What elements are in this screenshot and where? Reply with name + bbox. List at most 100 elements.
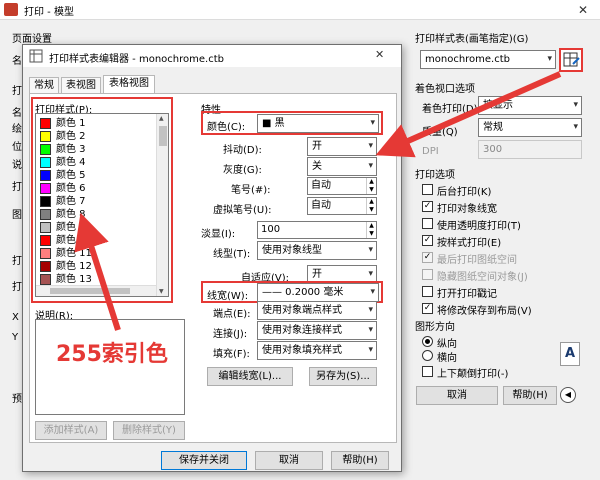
plot-style-item[interactable]: 颜色 9 [40,221,156,234]
chevron-down-icon: ▾ [368,141,373,151]
plot-option-label: 打印对象线宽 [437,204,497,215]
plot-style-item[interactable]: 颜色 3 [40,143,156,156]
landscape-radio[interactable] [422,350,433,361]
dither-select[interactable]: 开 ▾ [307,137,377,156]
tab-form-view[interactable]: 表格视图 [103,75,155,94]
spinner-arrows-icon[interactable]: ▲ ▼ [366,178,376,194]
plot-style-item[interactable]: 颜色 6 [40,182,156,195]
main-cancel-button[interactable]: 取消 [416,386,498,405]
quality-select[interactable]: 常规 ▾ [478,118,582,137]
endstyle-label: 端点(E): [213,309,251,320]
screening-label: 淡显(I): [201,229,236,240]
plot-style-label: 颜色 8 [56,209,86,220]
plot-option-checkbox[interactable]: ✓ [422,252,433,263]
quality-value: 常规 [483,122,503,133]
pen-label: 笔号(#): [231,185,271,196]
plot-styles-list[interactable]: 颜色 1 颜色 2 颜色 3 颜色 4 颜色 5 颜色 6 颜色 7 颜色 8 颜色 9 颜色 1… [35,113,169,297]
plot-style-table-select[interactable]: monochrome.ctb ▾ [420,50,556,69]
grayscale-select[interactable]: 关 ▾ [307,157,377,176]
orientation-preview-icon: A [560,342,580,366]
plot-style-label: 颜色 11 [56,248,92,259]
editor-help-button[interactable]: 帮助(H) [331,451,389,470]
editor-cancel-button[interactable]: 取消 [255,451,323,470]
close-icon[interactable]: ✕ [375,48,384,61]
background-label: 打 [12,86,22,97]
shade-plot-label: 着色打印(D) [422,104,478,115]
color-swatch [40,235,51,246]
plot-styles-scrollbar[interactable]: ▲ ▼ [156,114,168,296]
plot-style-item[interactable]: 颜色 11 [40,247,156,260]
plot-style-item[interactable]: 颜色 12 [40,260,156,273]
plot-style-table-value: monochrome.ctb [425,54,510,65]
portrait-radio[interactable] [422,336,433,347]
orientation-group-label: 图形方向 [415,322,455,333]
screening-spinner[interactable]: 100 ▲ ▼ [257,221,377,239]
endstyle-select[interactable]: 使用对象端点样式 ▾ [257,301,377,320]
plot-styles-hscrollbar[interactable] [36,285,156,296]
color-swatch [40,222,51,233]
close-icon[interactable]: ✕ [566,0,600,20]
plot-option-checkbox[interactable]: ✓ [422,303,433,314]
color-label: 颜色(C): [207,122,246,133]
plot-style-item[interactable]: 颜色 7 [40,195,156,208]
plot-style-item[interactable]: 颜色 10 [40,234,156,247]
spinner-arrows-icon[interactable]: ▲ ▼ [366,222,376,238]
plot-style-item[interactable]: 颜色 2 [40,130,156,143]
plot-style-label: 颜色 3 [56,144,86,155]
linetype-select[interactable]: 使用对象线型 ▾ [257,241,377,260]
lineweight-select[interactable]: —— 0.2000 毫米 ▾ [257,283,379,302]
plot-option-checkbox[interactable]: ✓ [422,201,433,212]
plot-option-checkbox[interactable] [422,218,433,229]
plot-option-label: 打开打印戳记 [437,289,497,300]
color-select[interactable]: ■ 黑 ▾ [257,114,379,133]
editor-title: 打印样式表编辑器 - monochrome.ctb [49,54,224,65]
plot-option-label: 后台打印(K) [437,187,492,198]
spinner-arrows-icon[interactable]: ▲ ▼ [366,198,376,214]
joinstyle-select[interactable]: 使用对象连接样式 ▾ [257,321,377,340]
chevron-down-icon: ▾ [368,325,373,335]
color-swatch [40,196,51,207]
tab-table-view[interactable]: 表视图 [61,77,101,93]
upside-down-checkbox[interactable] [422,366,433,377]
plot-style-label: 颜色 6 [56,183,86,194]
edit-plot-style-table-button[interactable] [559,48,583,72]
tab-general[interactable]: 常规 [29,77,59,93]
color-value: ■ 黑 [262,118,285,129]
dpi-input[interactable]: 300 [478,140,582,159]
plot-option-checkbox[interactable]: ✓ [422,235,433,246]
color-swatch [40,274,51,285]
save-as-button[interactable]: 另存为(S)... [309,367,377,386]
lineweight-value: —— 0.2000 毫米 [262,287,344,298]
color-swatch [40,144,51,155]
background-label: Y [12,332,19,343]
pen-value: 自动 [311,180,331,191]
edit-lineweights-button[interactable]: 编辑线宽(L)... [207,367,293,386]
plot-option-checkbox[interactable] [422,269,433,280]
plot-option-checkbox[interactable] [422,286,433,297]
plot-style-item[interactable]: 颜色 8 [40,208,156,221]
virtual-pen-spinner[interactable]: 自动 ▲ ▼ [307,197,377,215]
chevron-down-icon: ▾ [370,118,375,128]
save-and-close-button[interactable]: 保存并关闭 [161,451,247,470]
add-style-button[interactable]: 添加样式(A) [35,421,107,440]
plot-style-item[interactable]: 颜色 1 [40,117,156,130]
main-help-button[interactable]: 帮助(H) [503,386,557,405]
plot-style-label: 颜色 2 [56,131,86,142]
pen-number-spinner[interactable]: 自动 ▲ ▼ [307,177,377,195]
fillstyle-value: 使用对象填充样式 [262,345,342,356]
back-arrow-icon[interactable]: ◀ [560,387,576,403]
fillstyle-select[interactable]: 使用对象填充样式 ▾ [257,341,377,360]
plot-style-item[interactable]: 颜色 5 [40,169,156,182]
shade-plot-select[interactable]: 按显示 ▾ [478,96,582,115]
plot-option-label: 最后打印图纸空间 [437,255,517,266]
background-label: 打 [12,182,22,193]
plot-option-checkbox[interactable] [422,184,433,195]
plot-style-label: 颜色 9 [56,222,86,233]
fillstyle-label: 填充(F): [213,349,250,360]
chevron-down-icon: ▾ [368,345,373,355]
plot-style-item[interactable]: 颜色 4 [40,156,156,169]
background-label: 图 [12,210,22,221]
delete-style-button[interactable]: 删除样式(Y) [113,421,185,440]
background-label: 打 [12,282,22,293]
chevron-down-icon: ▾ [368,305,373,315]
